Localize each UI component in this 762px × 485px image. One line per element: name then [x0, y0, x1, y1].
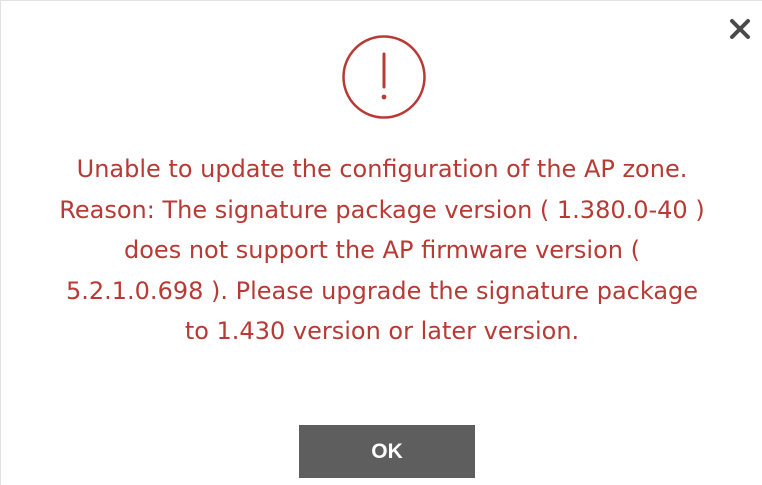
error-dialog: Unable to update the configuration of th…	[0, 0, 762, 485]
message-line: Unable to update the configuration of th…	[76, 155, 688, 183]
message-line: 5.2.1.0.698 ). Please upgrade the signat…	[65, 276, 699, 305]
error-message: Unable to update the configuration of th…	[1, 149, 762, 352]
message-line: Reason: The signature package version ( …	[59, 195, 705, 224]
close-button[interactable]	[726, 15, 754, 43]
exclamation-circle-icon	[341, 34, 427, 120]
ok-button[interactable]: OK	[299, 425, 475, 478]
message-line: does not support the AP firmware version…	[124, 236, 640, 264]
message-line: to 1.430 version or later version.	[184, 317, 580, 345]
close-icon	[730, 19, 750, 39]
